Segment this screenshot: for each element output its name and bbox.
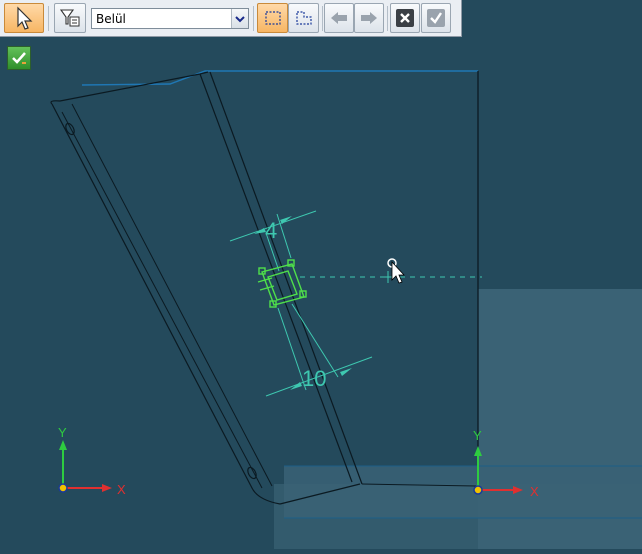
toolbar-separator [322, 6, 323, 31]
rectangle-select-icon [264, 11, 281, 25]
filter-icon [59, 9, 80, 27]
mounting-hole-top[interactable] [64, 122, 76, 136]
filter-button[interactable] [54, 3, 86, 33]
flange-inner-edge[interactable] [61, 111, 263, 489]
quick-accept-button[interactable] [7, 46, 31, 70]
coordinate-axes-left: Y X [58, 425, 126, 497]
check-icon [427, 9, 445, 27]
filter-dropdown[interactable]: Belül [91, 8, 249, 29]
cad-drawing: 4 10 Y X Y X [50, 70, 642, 549]
filter-dropdown-value: Belül [96, 11, 126, 26]
command-toolbar: Belül [0, 0, 462, 37]
accept-button[interactable] [421, 3, 451, 33]
dimension-width-label[interactable]: 4 [265, 218, 277, 243]
close-icon [396, 9, 414, 27]
axis-y-label: Y [58, 425, 67, 440]
bend-edge-outer[interactable] [199, 73, 353, 483]
polygon-select-button[interactable] [288, 3, 319, 33]
check-icon [12, 52, 26, 64]
cancel-button[interactable] [390, 3, 420, 33]
arrow-right-icon [361, 12, 377, 24]
mounting-hole-bottom[interactable] [246, 466, 258, 480]
rectangle-select-button[interactable] [257, 3, 288, 33]
chevron-down-icon[interactable] [231, 9, 248, 28]
forward-button[interactable] [354, 3, 384, 33]
polygon-select-icon [295, 11, 312, 25]
selected-cutout[interactable] [257, 259, 307, 308]
dimension-arrow [340, 368, 352, 376]
arrow-cursor-icon [17, 6, 33, 30]
dimension-length-label[interactable]: 10 [302, 366, 326, 391]
background-pane-lower [274, 484, 642, 549]
flange-top-edge[interactable] [50, 71, 209, 105]
bend-line-1[interactable] [71, 103, 273, 487]
toolbar-separator [48, 6, 49, 31]
top-edge-line [81, 70, 478, 86]
bend-edge-inner[interactable] [209, 71, 363, 485]
toolbar-separator [253, 6, 254, 31]
toolbar-separator [387, 6, 388, 31]
axis-x-label: X [117, 482, 126, 497]
axis2-x-label: X [530, 484, 539, 499]
axis2-y-label: Y [473, 428, 482, 443]
mouse-cursor-icon [387, 258, 405, 284]
arrow-left-icon [331, 12, 347, 24]
flange-outer-edge[interactable] [51, 103, 281, 505]
back-button[interactable] [324, 3, 354, 33]
select-tool-button[interactable] [4, 3, 44, 33]
cad-viewport[interactable]: 4 10 Y X Y X [0, 0, 642, 549]
